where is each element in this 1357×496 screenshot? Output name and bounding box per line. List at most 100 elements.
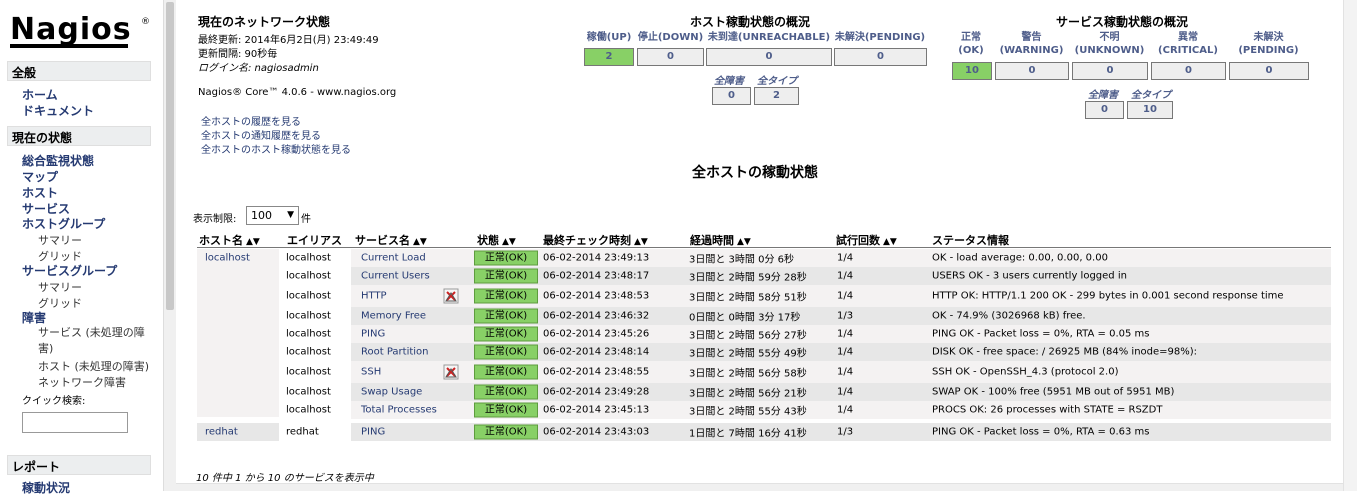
status-info: SWAP OK - 100% free (5951 MB out of 5951… — [932, 386, 1175, 398]
nav-availability[interactable]: 稼動状況 — [22, 479, 70, 496]
sort-arrows-icon[interactable]: ▲▼ — [634, 237, 648, 247]
service-all-problems-count[interactable]: 0 — [1085, 101, 1124, 119]
status-info: USERS OK - 3 users currently logged in — [932, 270, 1127, 282]
sidebar-scrollbar[interactable] — [163, 0, 176, 491]
service-link[interactable]: Total Processes — [361, 405, 437, 416]
host-all-types-header[interactable]: 全タイプ — [757, 72, 797, 87]
quick-search-input[interactable] — [22, 412, 128, 433]
service-pending-header[interactable]: 未解決 (PENDING) — [1228, 31, 1309, 57]
page-title: 全ホストの稼動状態 — [692, 165, 818, 181]
host-pending-header[interactable]: 未解決(PENDING) — [833, 31, 927, 44]
col-service[interactable]: サービス名 ▲▼ — [355, 232, 427, 248]
service-ok-header[interactable]: 正常 (OK) — [950, 31, 992, 57]
service-all-types-count[interactable]: 10 — [1127, 101, 1173, 119]
duration: 3日間と 2時間 56分 58秒 — [689, 368, 807, 380]
service-link[interactable]: Root Partition — [361, 347, 429, 358]
service-critical-count[interactable]: 0 — [1151, 62, 1226, 80]
col-attempt[interactable]: 試行回数 ▲▼ — [836, 232, 897, 248]
service-all-problems-header[interactable]: 全障害 — [1088, 86, 1118, 101]
alias: localhost — [286, 346, 331, 358]
service-all-types-header[interactable]: 全タイプ — [1131, 86, 1171, 101]
sort-arrows-icon[interactable]: ▲▼ — [883, 237, 897, 247]
col-status[interactable]: 状態 ▲▼ — [477, 232, 516, 248]
col-last-check[interactable]: 最終チェック時刻 ▲▼ — [543, 232, 648, 248]
table-row: localhost Root Partition 正常(OK) 06-02-20… — [197, 343, 1331, 361]
service-link[interactable]: PING — [361, 427, 385, 438]
limit-select[interactable]: 100 ▼ — [246, 206, 299, 225]
nav-problems[interactable]: 障害 — [22, 309, 46, 326]
duration: 3日間と 2時間 55分 43秒 — [689, 406, 807, 418]
nav-servicegroup-summary[interactable]: サマリー — [38, 279, 82, 295]
service-unknown-header[interactable]: 不明 (UNKNOWN) — [1071, 31, 1148, 57]
update-interval: 更新間隔: 90秒毎 — [198, 49, 278, 60]
nav-host-groups[interactable]: ホストグループ — [22, 215, 105, 232]
service-link[interactable]: Swap Usage — [361, 387, 422, 398]
service-pending-count[interactable]: 0 — [1229, 62, 1309, 80]
sort-arrows-icon[interactable]: ▲▼ — [413, 237, 427, 247]
host-link[interactable]: redhat — [205, 427, 238, 438]
host-summary-title: ホスト稼動状態の概況 — [690, 15, 811, 29]
table-row: localhost SSH 正常(OK) 06-02-2014 23:48:55… — [197, 361, 1331, 383]
nav-map[interactable]: マップ — [22, 168, 58, 185]
nav-hostgroup-summary[interactable]: サマリー — [38, 232, 82, 248]
service-ok-count[interactable]: 10 — [952, 62, 992, 80]
attempt: 1/3 — [837, 310, 854, 322]
host-all-types-count[interactable]: 2 — [754, 87, 799, 105]
service-link[interactable]: Current Users — [361, 271, 430, 282]
host-up-count[interactable]: 2 — [584, 48, 634, 66]
nav-documentation[interactable]: ドキュメント — [22, 102, 94, 119]
host-all-problems-count[interactable]: 0 — [712, 87, 751, 105]
notifications-disabled-icon[interactable] — [443, 364, 459, 380]
link-host-status-detail[interactable]: 全ホストのホスト稼動状態を見る — [201, 141, 351, 156]
link-host-notifications[interactable]: 全ホストの通知履歴を見る — [201, 127, 321, 142]
nav-service-groups[interactable]: サービスグループ — [22, 262, 117, 279]
nav-tactical-overview[interactable]: 総合監視状態 — [22, 152, 94, 169]
status-badge: 正常(OK) — [474, 344, 538, 360]
col-duration[interactable]: 経過時間 ▲▼ — [690, 232, 751, 248]
sort-arrows-icon[interactable]: ▲▼ — [502, 237, 516, 247]
section-reports: レポート — [7, 455, 151, 475]
last-check: 06-02-2014 23:46:32 — [543, 310, 650, 322]
host-up-header[interactable]: 稼働(UP) — [583, 31, 635, 44]
svg-text:®: ® — [141, 17, 150, 27]
service-link[interactable]: Memory Free — [361, 311, 426, 322]
service-unknown-count[interactable]: 0 — [1072, 62, 1148, 80]
host-unreachable-header[interactable]: 未到達(UNREACHABLE) — [706, 31, 832, 44]
horizontal-scrollbar[interactable] — [176, 483, 1343, 491]
main-scrollbar[interactable] — [1343, 0, 1357, 491]
service-critical-header[interactable]: 異常 (CRITICAL) — [1150, 31, 1226, 57]
service-link[interactable]: SSH — [361, 367, 381, 378]
nagios-logo[interactable]: Nagios ® — [10, 10, 150, 50]
table-row: localhost PING 正常(OK) 06-02-2014 23:45:2… — [197, 325, 1331, 343]
sidebar-scroll-thumb[interactable] — [166, 2, 174, 310]
host-link[interactable]: localhost — [205, 253, 250, 264]
nav-unhandled-services[interactable]: サービス (未処理の障害) — [38, 325, 158, 357]
alias: localhost — [286, 252, 331, 264]
host-down-header[interactable]: 停止(DOWN) — [636, 31, 705, 44]
service-link[interactable]: Current Load — [361, 253, 426, 264]
duration: 1日間と 7時間 16分 41秒 — [689, 428, 807, 440]
duration: 3日間と 2時間 59分 28秒 — [689, 272, 807, 284]
status-badge: 正常(OK) — [474, 424, 538, 440]
nav-unhandled-hosts[interactable]: ホスト (未処理の障害) — [38, 358, 149, 374]
host-all-problems-header[interactable]: 全障害 — [714, 72, 744, 87]
service-warning-count[interactable]: 0 — [995, 62, 1069, 80]
sort-arrows-icon[interactable]: ▲▼ — [737, 237, 751, 247]
host-unreachable-count[interactable]: 0 — [706, 48, 832, 66]
service-warning-header[interactable]: 警告 (WARNING) — [994, 31, 1069, 57]
limit-value: 100 — [251, 209, 272, 222]
col-host[interactable]: ホスト名 ▲▼ — [199, 232, 260, 248]
table-row: localhost Current Users 正常(OK) 06-02-201… — [197, 267, 1331, 285]
notifications-disabled-icon[interactable] — [443, 288, 459, 304]
status-info: OK - 74.9% (3026968 kB) free. — [932, 310, 1086, 322]
link-host-history[interactable]: 全ホストの履歴を見る — [201, 113, 301, 128]
nav-network-outages[interactable]: ネットワーク障害 — [38, 374, 126, 390]
nav-hosts[interactable]: ホスト — [22, 184, 58, 201]
table-row: localhost Total Processes 正常(OK) 06-02-2… — [197, 401, 1331, 419]
nav-home[interactable]: ホーム — [22, 86, 58, 103]
sort-arrows-icon[interactable]: ▲▼ — [246, 237, 260, 247]
service-link[interactable]: PING — [361, 329, 385, 340]
host-pending-count[interactable]: 0 — [834, 48, 927, 66]
host-down-count[interactable]: 0 — [637, 48, 704, 66]
service-link[interactable]: HTTP — [361, 291, 387, 302]
